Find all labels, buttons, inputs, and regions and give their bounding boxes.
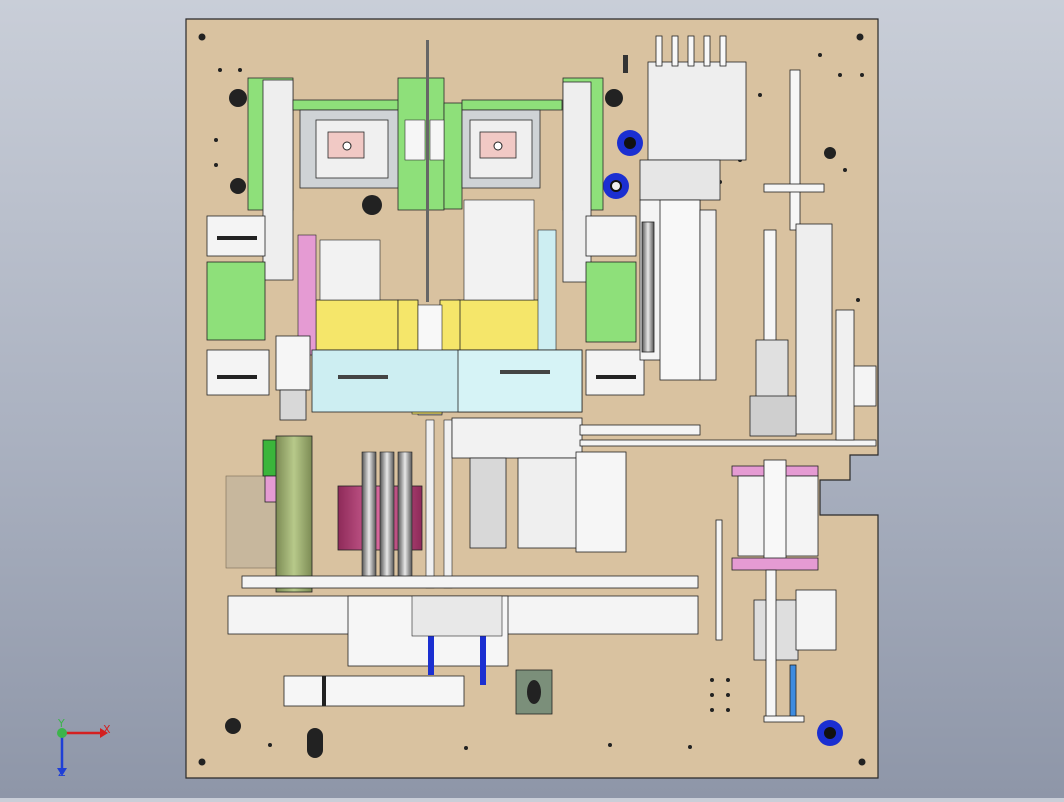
- slot-right-top: [623, 55, 628, 73]
- sensor-box: [515, 669, 553, 715]
- cad-viewport[interactable]: X Y Z: [0, 0, 1064, 798]
- left-side-plates: [206, 215, 270, 396]
- assembly-drawing: X Y Z: [57, 18, 879, 779]
- axis-label-x: X: [103, 723, 111, 736]
- axis-label-z: Z: [58, 766, 66, 779]
- axis-label-y: Y: [57, 717, 65, 730]
- slot-bottom: [307, 728, 323, 758]
- bottom-bar: [283, 675, 465, 707]
- cyan-plate: [311, 349, 583, 413]
- right-side-plates: [585, 215, 645, 396]
- right-cylinders: [639, 199, 717, 381]
